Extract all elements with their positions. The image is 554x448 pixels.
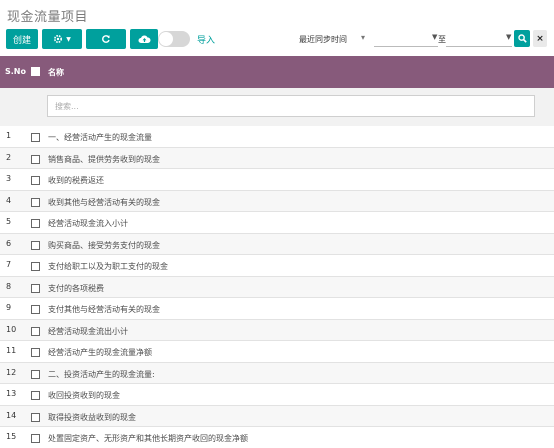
row-number: 11 <box>6 346 17 355</box>
caret-down-icon: ▼ <box>506 33 512 41</box>
row-name: 经营活动现金流入小计 <box>48 219 128 228</box>
sync-time-select[interactable]: 最近同步时间 <box>299 34 347 45</box>
row-number: 10 <box>6 324 17 334</box>
row-name: 收到其他与经营活动有关的现金 <box>48 197 160 207</box>
table-row[interactable]: 10 经营活动现金流出小计 <box>0 319 554 341</box>
row-number: 7 <box>6 260 12 269</box>
row-checkbox[interactable] <box>31 219 40 228</box>
row-name: 经营活动现金流出小计 <box>48 326 128 336</box>
to-label: 至 <box>438 35 446 44</box>
table-row[interactable]: 12 二、投资活动产生的现金流量: <box>0 362 554 384</box>
clear-button[interactable]: × <box>533 30 547 47</box>
caret-down-icon: ▼ <box>432 33 438 41</box>
column-header-sno: S.No <box>5 67 26 76</box>
row-number: 2 <box>6 152 12 162</box>
table-row[interactable]: 15 处置固定资产、无形资产和其他长期资产收回的现金净额 <box>0 427 554 448</box>
date-to-select[interactable] <box>446 31 512 47</box>
import-label: 导入 <box>197 36 216 46</box>
row-number: 5 <box>6 217 12 226</box>
search-input[interactable] <box>47 95 535 117</box>
settings-dropdown-button[interactable]: ▼ <box>42 29 82 49</box>
column-header-name[interactable]: 名称 <box>48 67 64 78</box>
row-number: 15 <box>6 432 17 441</box>
row-checkbox[interactable] <box>31 262 40 271</box>
row-name: 支付的各项税费 <box>48 283 104 293</box>
row-checkbox[interactable] <box>31 197 40 207</box>
row-name: 支付其他与经营活动有关的现金 <box>48 305 160 314</box>
page-title: 现金流量项目 <box>7 10 89 25</box>
table-row[interactable]: 3 收到的税费返还 <box>0 169 554 191</box>
caret-down-icon: ▾ <box>361 33 366 42</box>
row-number: 14 <box>6 410 17 420</box>
table-row[interactable]: 6 购买商品、接受劳务支付的现金 <box>0 233 554 255</box>
row-number: 13 <box>6 389 17 398</box>
row-checkbox[interactable] <box>31 176 40 185</box>
table-row[interactable]: 11 经营活动产生的现金流量净额 <box>0 341 554 363</box>
row-name: 二、投资活动产生的现金流量: <box>48 369 155 379</box>
table-body: 1 一、经营活动产生的现金流量 2 销售商品、提供劳务收到的现金 3 收到的税费返还 4 收到… <box>0 126 554 448</box>
row-number: 12 <box>6 367 17 377</box>
create-button[interactable]: 创建 <box>6 29 38 49</box>
row-name: 收回投资收到的现金 <box>48 391 120 400</box>
table-row[interactable]: 8 支付的各项税费 <box>0 276 554 298</box>
row-name: 取得投资收益收到的现金 <box>48 412 136 422</box>
row-number: 4 <box>6 195 12 205</box>
row-name: 处置固定资产、无形资产和其他长期资产收回的现金净额 <box>48 434 248 443</box>
table-row[interactable]: 14 取得投资收益收到的现金 <box>0 405 554 427</box>
row-checkbox[interactable] <box>31 391 40 400</box>
row-checkbox[interactable] <box>31 369 40 379</box>
select-all-checkbox[interactable] <box>31 67 40 76</box>
refresh-icon <box>102 35 110 43</box>
gear-icon <box>54 34 63 44</box>
row-checkbox[interactable] <box>31 326 40 336</box>
toggle-knob <box>159 32 173 46</box>
row-checkbox[interactable] <box>31 133 40 142</box>
row-number: 6 <box>6 238 12 248</box>
table-row[interactable]: 7 支付给职工以及为职工支付的现金 <box>0 255 554 277</box>
upload-button[interactable] <box>130 29 158 49</box>
import-toggle[interactable] <box>158 31 190 47</box>
chevron-down-icon: ▼ <box>66 35 71 43</box>
row-checkbox[interactable] <box>31 240 40 250</box>
row-checkbox[interactable] <box>31 434 40 443</box>
row-name: 经营活动产生的现金流量净额 <box>48 348 152 357</box>
row-name: 购买商品、接受劳务支付的现金 <box>48 240 160 250</box>
table-row[interactable]: 1 一、经营活动产生的现金流量 <box>0 126 554 148</box>
refresh-button[interactable] <box>86 29 126 49</box>
table-row[interactable]: 13 收回投资收到的现金 <box>0 384 554 406</box>
row-name: 收到的税费返还 <box>48 176 104 185</box>
search-button[interactable] <box>514 30 530 47</box>
date-from-select[interactable] <box>374 31 438 47</box>
row-name: 支付给职工以及为职工支付的现金 <box>48 262 168 271</box>
table-row[interactable]: 2 销售商品、提供劳务收到的现金 <box>0 147 554 169</box>
table-row[interactable]: 5 经营活动现金流入小计 <box>0 212 554 234</box>
row-number: 3 <box>6 174 12 183</box>
table-row[interactable]: 4 收到其他与经营活动有关的现金 <box>0 190 554 212</box>
row-number: 1 <box>6 131 12 140</box>
row-checkbox[interactable] <box>31 283 40 293</box>
toolbar: 创建 ▼ 导入 最近同步时间 ▾ ▼ 至 ▼ × <box>6 29 550 51</box>
row-checkbox[interactable] <box>31 305 40 314</box>
table-header: S.No 名称 <box>0 56 554 88</box>
cloud-upload-icon <box>138 35 151 43</box>
row-number: 9 <box>6 303 12 312</box>
row-name: 销售商品、提供劳务收到的现金 <box>48 154 160 164</box>
filter-row <box>0 88 554 126</box>
row-name: 一、经营活动产生的现金流量 <box>48 133 152 142</box>
table-row[interactable]: 9 支付其他与经营活动有关的现金 <box>0 298 554 320</box>
row-checkbox[interactable] <box>31 348 40 357</box>
row-checkbox[interactable] <box>31 154 40 164</box>
search-icon <box>517 34 527 43</box>
row-number: 8 <box>6 281 12 291</box>
row-checkbox[interactable] <box>31 412 40 422</box>
